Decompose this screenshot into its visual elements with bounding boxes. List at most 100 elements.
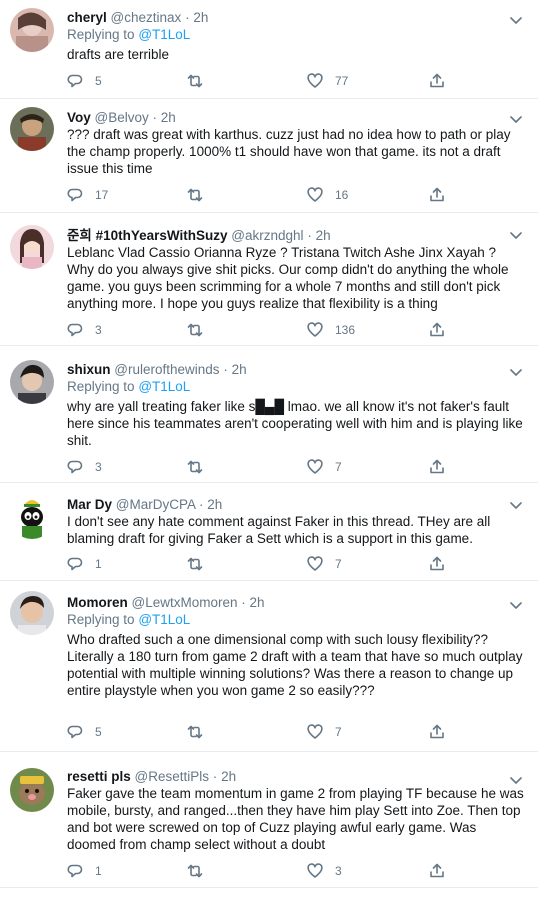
avatar[interactable]	[10, 768, 54, 812]
display-name[interactable]: 준희 #10thYearsWithSuzy	[67, 228, 228, 243]
share-button[interactable]	[429, 458, 445, 476]
share-icon	[430, 322, 444, 337]
retweet-button[interactable]	[187, 321, 203, 339]
replying-label: Replying to	[67, 27, 135, 42]
retweet-button[interactable]	[187, 723, 203, 741]
share-button[interactable]	[429, 723, 445, 741]
separator: ·	[185, 10, 190, 25]
timestamp[interactable]: 2h	[161, 110, 176, 125]
reply-icon	[67, 864, 83, 878]
tweet-actions: 1 7	[67, 555, 447, 573]
avatar[interactable]	[10, 591, 54, 635]
share-button[interactable]	[429, 186, 445, 204]
retweet-button[interactable]	[187, 72, 203, 90]
avatar[interactable]	[10, 8, 54, 52]
share-button[interactable]	[429, 72, 445, 90]
handle[interactable]: @cheztinax	[111, 10, 182, 25]
tweet-actions: 5 7	[67, 723, 447, 741]
handle[interactable]: @LewtxMomoren	[132, 595, 238, 610]
tweet-cheryl[interactable]: cheryl @cheztinax · 2h Replying to @T1Lo…	[0, 0, 538, 99]
timestamp[interactable]: 2h	[221, 769, 236, 784]
like-button[interactable]: 77	[307, 72, 348, 90]
like-button[interactable]: 136	[307, 321, 355, 339]
like-button[interactable]: 16	[307, 186, 348, 204]
reply-icon	[67, 725, 83, 739]
timestamp[interactable]: 2h	[207, 497, 222, 512]
handle[interactable]: @Belvoy	[95, 110, 149, 125]
reply-button[interactable]: 5	[67, 723, 102, 741]
tweet-actions: 3 7	[67, 458, 447, 476]
share-icon	[430, 73, 444, 88]
handle[interactable]: @ResettiPls	[135, 769, 209, 784]
reply-count: 17	[95, 188, 109, 202]
tweet-text: I don't see any hate comment against Fak…	[67, 514, 491, 546]
like-button[interactable]: 7	[307, 458, 342, 476]
timestamp[interactable]: 2h	[250, 595, 265, 610]
tweet-voy[interactable]: Voy @Belvoy · 2h ??? draft was great wit…	[0, 99, 538, 213]
tweet-text: ??? draft was great with karthus. cuzz j…	[67, 127, 511, 176]
retweet-button[interactable]	[187, 555, 203, 573]
retweet-button[interactable]	[187, 458, 203, 476]
tweet-momoren[interactable]: Momoren @LewtxMomoren · 2h Replying to @…	[0, 581, 538, 752]
like-icon	[307, 459, 323, 474]
handle[interactable]: @akrzndghl	[231, 228, 303, 243]
share-button[interactable]	[429, 862, 445, 880]
reply-button[interactable]: 17	[67, 186, 108, 204]
like-count: 3	[335, 864, 342, 878]
avatar[interactable]	[10, 225, 54, 269]
like-button[interactable]: 7	[307, 555, 342, 573]
like-icon	[307, 187, 323, 202]
display-name[interactable]: shixun	[67, 362, 111, 377]
display-name[interactable]: Mar Dy	[67, 497, 112, 512]
tweet-shixun[interactable]: shixun @rulerofthewinds · 2h Replying to…	[0, 346, 538, 483]
share-icon	[430, 556, 444, 571]
avatar[interactable]	[10, 360, 54, 404]
reply-icon	[67, 188, 83, 202]
timestamp[interactable]: 2h	[232, 362, 247, 377]
tweet-actions: 5 77	[67, 72, 447, 90]
tweet-junhee[interactable]: 준희 #10thYearsWithSuzy @akrzndghl · 2h Le…	[0, 213, 538, 346]
avatar[interactable]	[10, 107, 54, 151]
replying-mention[interactable]: @T1LoL	[138, 27, 190, 42]
reply-count: 3	[95, 323, 102, 337]
replying-mention[interactable]: @T1LoL	[138, 379, 190, 394]
like-icon	[307, 322, 323, 337]
tweet-resetti[interactable]: resetti pls @ResettiPls · 2h Faker gave …	[0, 752, 538, 888]
retweet-button[interactable]	[187, 186, 203, 204]
handle[interactable]: @rulerofthewinds	[114, 362, 219, 377]
display-name[interactable]: resetti pls	[67, 769, 131, 784]
avatar[interactable]	[10, 495, 54, 539]
tweet-text: Who drafted such a one dimensional comp …	[67, 632, 523, 698]
display-name[interactable]: cheryl	[67, 10, 107, 25]
reply-button[interactable]: 5	[67, 72, 102, 90]
reply-button[interactable]: 3	[67, 321, 102, 339]
share-icon	[430, 863, 444, 878]
replying-label: Replying to	[67, 612, 135, 627]
tweet-actions: 17 16	[67, 186, 447, 204]
share-icon	[430, 459, 444, 474]
timestamp[interactable]: 2h	[193, 10, 208, 25]
display-name[interactable]: Voy	[67, 110, 91, 125]
retweet-icon	[187, 323, 203, 337]
tweet-mardy[interactable]: Mar Dy @MarDyCPA · 2h I don't see any ha…	[0, 483, 538, 581]
retweet-button[interactable]	[187, 862, 203, 880]
timestamp[interactable]: 2h	[316, 228, 331, 243]
reply-button[interactable]: 1	[67, 555, 102, 573]
retweet-icon	[187, 725, 203, 739]
like-button[interactable]: 7	[307, 723, 342, 741]
reply-button[interactable]: 1	[67, 862, 102, 880]
like-button[interactable]: 3	[307, 862, 342, 880]
tweet-text: drafts are terrible	[67, 47, 170, 62]
retweet-icon	[187, 74, 203, 88]
like-icon	[307, 863, 323, 878]
retweet-icon	[187, 188, 203, 202]
share-button[interactable]	[429, 555, 445, 573]
handle[interactable]: @MarDyCPA	[116, 497, 195, 512]
reply-button[interactable]: 3	[67, 458, 102, 476]
share-icon	[430, 724, 444, 739]
share-button[interactable]	[429, 321, 445, 339]
display-name[interactable]: Momoren	[67, 595, 128, 610]
separator: ·	[212, 769, 218, 784]
tweet-text: Faker gave the team momentum in game 2 f…	[67, 786, 524, 852]
replying-mention[interactable]: @T1LoL	[138, 612, 190, 627]
